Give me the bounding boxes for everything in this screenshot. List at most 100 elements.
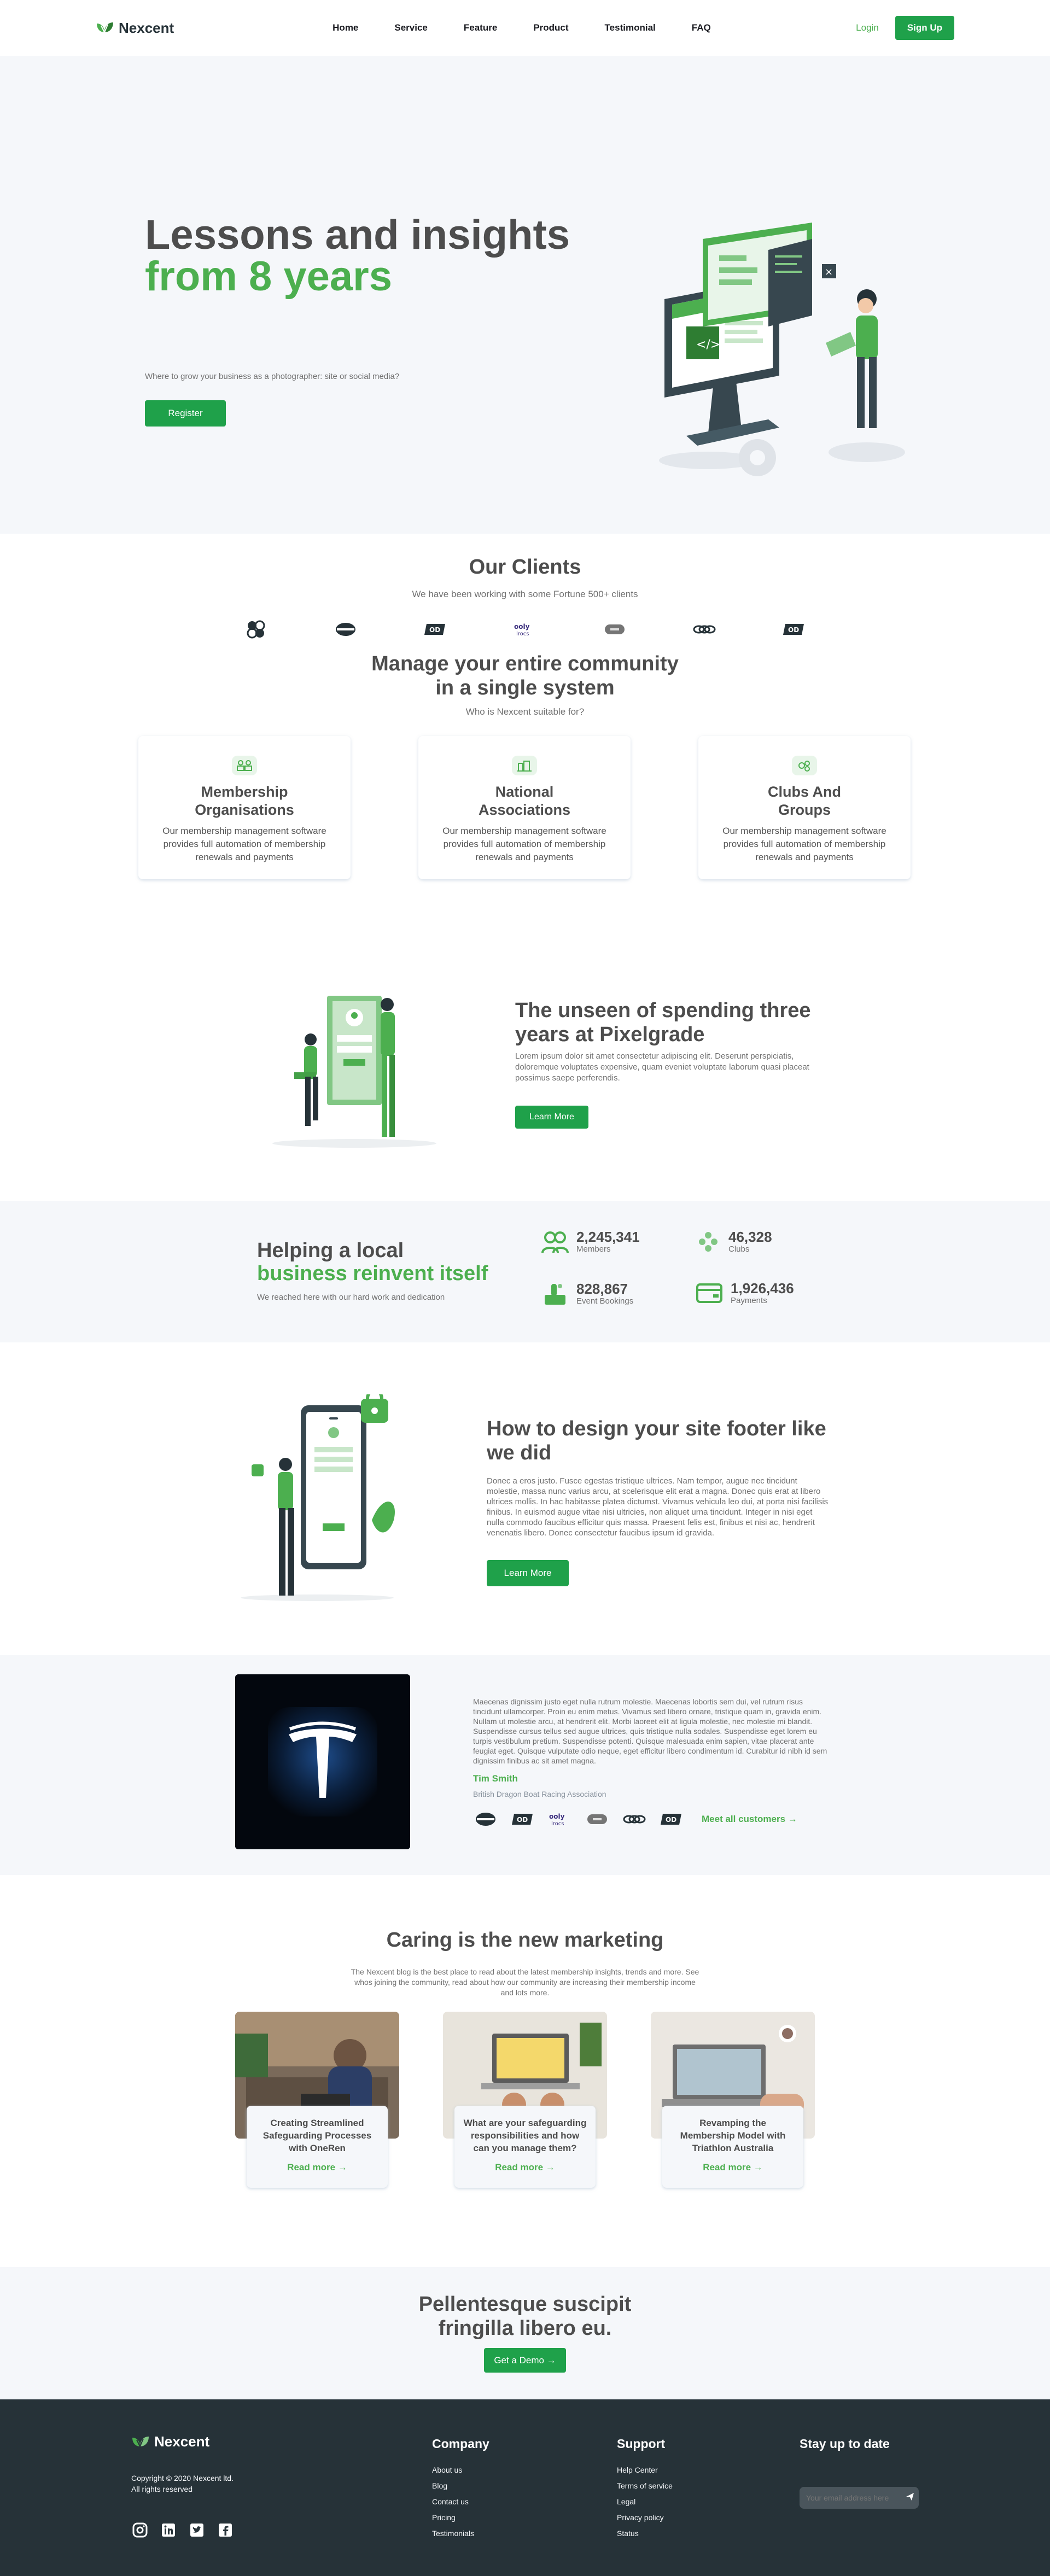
blog-post-card: Revamping the Membership Model with Tria… [662, 2106, 803, 2188]
card-title-line2: Organisations [195, 802, 294, 818]
card-title-line1: Clubs And [768, 784, 841, 800]
brand-logo[interactable]: Nexcent [96, 20, 174, 37]
read-more-link[interactable]: Read more → [255, 2162, 379, 2173]
svg-text:lrocs: lrocs [551, 1821, 564, 1827]
stat-value: 46,328 [728, 1229, 772, 1245]
footer-link-privacy[interactable]: Privacy policy [617, 2513, 673, 2522]
card-text: Our membership management software provi… [162, 826, 326, 862]
read-more-link[interactable]: Read more → [671, 2162, 795, 2173]
stat-payments: 1,926,436 Payments [696, 1281, 794, 1305]
blog-title: Caring is the new marketing [386, 1929, 664, 1952]
nav-link-service[interactable]: Service [394, 22, 428, 33]
footer-company-title: Company [432, 2437, 489, 2451]
twitter-icon[interactable] [188, 2521, 206, 2539]
leaf-logo-icon [97, 22, 113, 34]
unseen-title: The unseen of spending three years at Pi… [515, 999, 811, 1046]
blog-post[interactable]: Revamping the Membership Model with Tria… [651, 2012, 815, 2188]
stat-label: Members [576, 1245, 611, 1254]
nav-link-feature[interactable]: Feature [464, 22, 497, 33]
footer-brand-logo[interactable]: Nexcent [131, 2433, 209, 2450]
footer-link-about[interactable]: About us [432, 2466, 489, 2474]
footer-link-testimonials[interactable]: Testimonials [432, 2529, 489, 2538]
footer-newsletter-title: Stay up to date [800, 2437, 890, 2451]
nav-link-home[interactable]: Home [332, 22, 358, 33]
unseen-section: The unseen of spending three years at Pi… [0, 949, 1050, 1201]
testimonial-name: Tim Smith [473, 1773, 518, 1784]
client-logo-2 [334, 620, 358, 639]
associations-icon [512, 756, 537, 775]
blog-post-title: Revamping the Membership Model with Tria… [680, 2118, 786, 2153]
card-title: Membership Organisations [173, 783, 316, 819]
blog-post-title: What are your safeguarding responsibilit… [463, 2118, 587, 2153]
read-more-link[interactable]: Read more → [463, 2162, 587, 2173]
testimonial-role: British Dragon Boat Racing Association [473, 1790, 606, 1798]
newsletter-email-input[interactable] [806, 2493, 905, 2502]
community-section: Manage your entire community in a single… [0, 652, 1050, 949]
client-logo-6 [622, 1809, 647, 1829]
stat-label: Clubs [728, 1245, 750, 1254]
footer-support-title: Support [617, 2437, 666, 2451]
blog-post[interactable]: Creating Streamlined Safeguarding Proces… [235, 2012, 399, 2188]
stat-members: 2,245,341 Members [541, 1229, 640, 1254]
login-link[interactable]: Login [856, 22, 879, 33]
footer-brand-name: Nexcent [154, 2433, 210, 2450]
design-text: Donec a eros justo. Fusce egestas tristi… [487, 1476, 829, 1538]
send-icon[interactable] [905, 2492, 915, 2504]
client-logo-5 [585, 1809, 610, 1829]
svg-text:OD: OD [666, 1816, 676, 1824]
signup-button[interactable]: Sign Up [895, 16, 954, 40]
community-subtitle: Who is Nexcent suitable for? [465, 706, 585, 717]
clients-logo-row: OD ooly lrocs OD [0, 620, 1050, 639]
footer-link-status[interactable]: Status [617, 2529, 673, 2538]
svg-text:ooly: ooly [514, 623, 530, 630]
nav-actions: Login Sign Up [856, 16, 954, 40]
design-footer-section: How to design your site footer like we d… [0, 1342, 1050, 1655]
client-logo-1 [244, 620, 268, 639]
blog-post-title: Creating Streamlined Safeguarding Proces… [262, 2118, 372, 2153]
nav-link-product[interactable]: Product [533, 22, 568, 33]
event-icon [545, 1284, 565, 1305]
instagram-icon[interactable] [131, 2521, 149, 2539]
hero-subtitle: Where to grow your business as a photogr… [145, 372, 400, 381]
footer-copyright: Copyright © 2020 Nexcent ltd. All rights… [131, 2473, 234, 2495]
card-text: Our membership management software provi… [722, 826, 886, 862]
login-illustration [272, 996, 436, 1148]
footer-link-legal[interactable]: Legal [617, 2497, 673, 2506]
testimonial-quote: Maecenas dignissim justo eget nulla rutr… [473, 1697, 827, 1765]
card-title-line1: National [495, 784, 554, 800]
card-title-line2: Groups [778, 802, 831, 818]
footer-link-terms[interactable]: Terms of service [617, 2481, 673, 2490]
client-logo-4: ooly lrocs [547, 1809, 573, 1829]
stats-section: Helping a local business reinvent itself… [0, 1201, 1050, 1342]
testimonial-section: Maecenas dignissim justo eget nulla rutr… [0, 1655, 1050, 1875]
nav-links: Home Service Feature Product Testimonial… [332, 22, 711, 33]
cta-title-line1: Pellentesque suscipit [418, 2293, 632, 2316]
stats-title-line1: Helping a local [257, 1239, 404, 1262]
payment-icon [696, 1283, 722, 1303]
meet-customers-link[interactable]: Meet all customers → [702, 1814, 797, 1825]
card-title-line1: Membership [201, 784, 288, 800]
members-icon [541, 1231, 569, 1253]
card-associations[interactable]: National Associations Our membership man… [418, 736, 631, 879]
client-logo-2 [473, 1809, 498, 1829]
hero-section: Lessons and insights from 8 years Where … [0, 56, 1050, 534]
svg-text:×: × [825, 266, 833, 278]
footer-link-contact[interactable]: Contact us [432, 2497, 489, 2506]
footer-link-pricing[interactable]: Pricing [432, 2513, 489, 2522]
get-demo-button[interactable]: Get a Demo → [484, 2348, 566, 2373]
footer-link-help-center[interactable]: Help Center [617, 2466, 673, 2474]
nav-link-faq[interactable]: FAQ [692, 22, 711, 33]
card-clubs[interactable]: Clubs And Groups Our membership manageme… [698, 736, 911, 879]
leaf-logo-icon [132, 2436, 149, 2448]
footer-link-blog[interactable]: Blog [432, 2481, 489, 2490]
blog-post[interactable]: What are your safeguarding responsibilit… [443, 2012, 607, 2188]
register-button[interactable]: Register [145, 400, 226, 427]
client-logo-6 [692, 620, 716, 639]
linkedin-icon[interactable] [160, 2521, 177, 2539]
card-membership[interactable]: Membership Organisations Our membership … [138, 736, 351, 879]
nav-link-testimonial[interactable]: Testimonial [605, 22, 656, 33]
facebook-icon[interactable] [217, 2521, 234, 2539]
footer-newsletter-column: Stay up to date [800, 2437, 890, 2466]
design-learn-more-button[interactable]: Learn More [487, 1560, 569, 1586]
unseen-learn-more-button[interactable]: Learn More [515, 1106, 588, 1129]
